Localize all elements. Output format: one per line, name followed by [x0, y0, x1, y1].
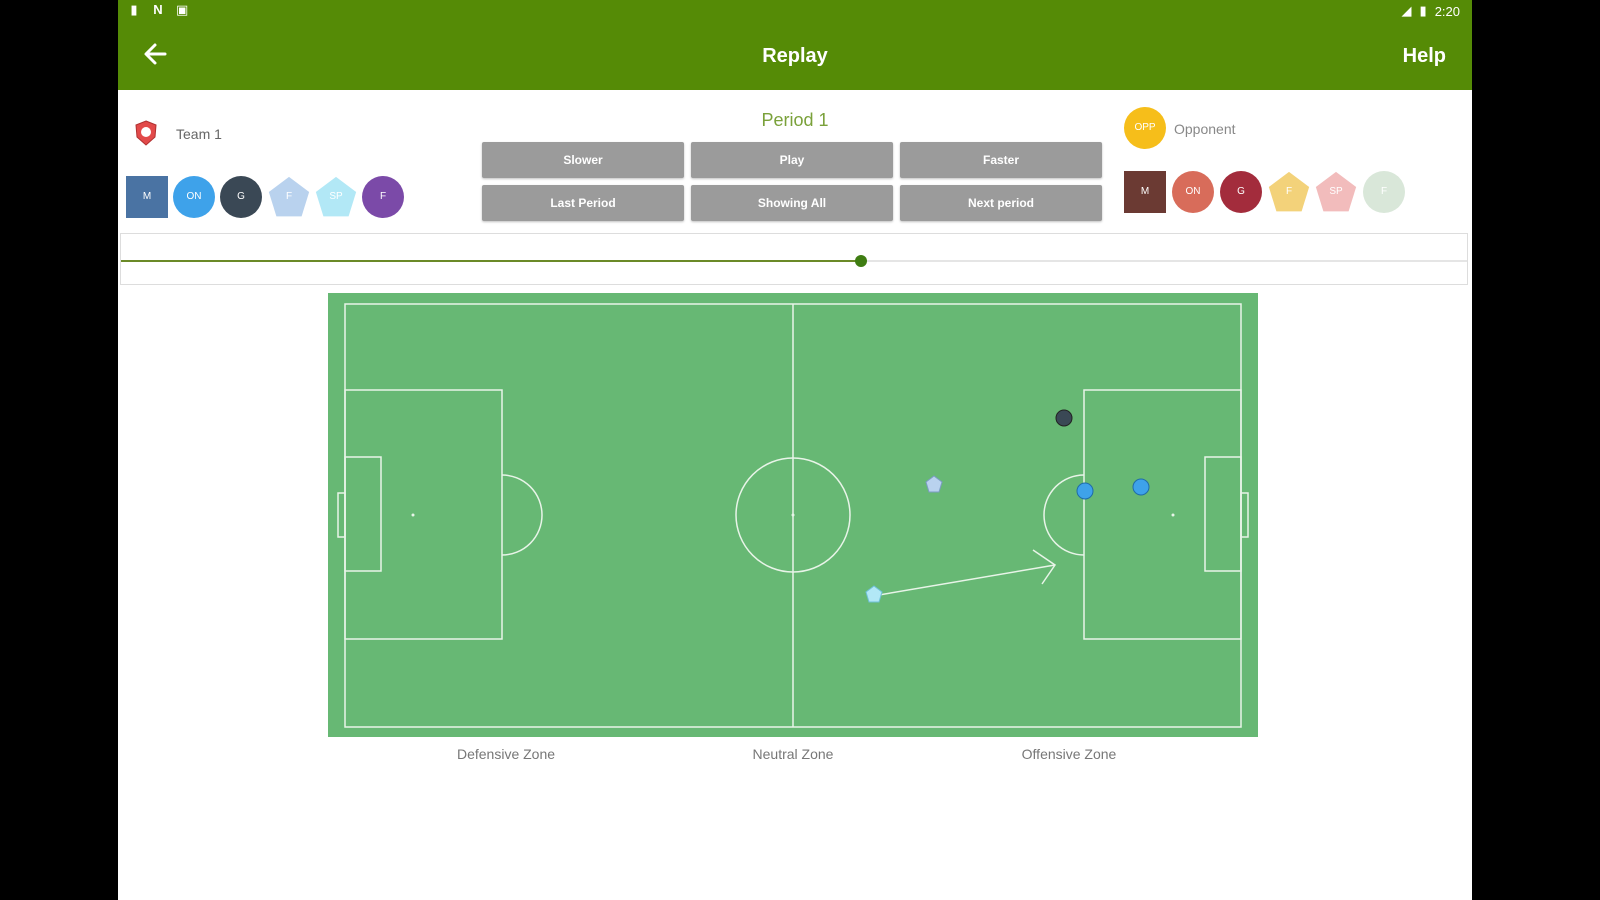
soccer-pitch[interactable]	[328, 293, 1258, 737]
app-bar: Replay Help	[118, 22, 1472, 90]
right-penalty-spot	[1171, 513, 1175, 517]
opponent-token-on[interactable]: ON	[1172, 171, 1214, 213]
opponent-token-g[interactable]: G	[1220, 171, 1262, 213]
left-penalty-arc	[501, 474, 543, 556]
next-period-button[interactable]: Next period	[900, 185, 1102, 221]
last-period-button[interactable]: Last Period	[482, 185, 684, 221]
period-label: Period 1	[761, 110, 829, 130]
page-title: Replay	[762, 45, 828, 67]
left-goal-box	[344, 456, 382, 572]
team-token-m[interactable]: M	[126, 176, 168, 218]
timeline-progress	[121, 260, 862, 262]
signal-icon: ◢	[1401, 3, 1412, 18]
team-token-g[interactable]: G	[220, 176, 262, 218]
right-goal-box	[1204, 456, 1242, 572]
left-goal	[337, 492, 346, 538]
player-f-marker	[925, 475, 943, 493]
battery-icon: ▮	[1419, 3, 1427, 18]
team-token-f-circle[interactable]: F	[362, 176, 404, 218]
player-on-marker-2	[1132, 478, 1150, 496]
app-screen: ▮ N ▣ ◢ ▮ 2:20 Replay Help Team 1 Period…	[118, 0, 1472, 900]
opponent-name: Opponent	[1174, 121, 1236, 137]
right-goal	[1240, 492, 1249, 538]
sd-card-icon: ▮	[130, 2, 138, 17]
right-penalty-box	[1083, 389, 1242, 640]
neutral-zone-label: Neutral Zone	[752, 746, 834, 762]
help-button[interactable]: Help	[1403, 22, 1446, 90]
player-sp-marker	[865, 585, 883, 603]
status-bar: ▮ N ▣ ◢ ▮ 2:20	[118, 0, 1472, 22]
opponent-logo: OPP	[1124, 107, 1166, 149]
status-icons-left: ▮ N ▣	[128, 3, 188, 17]
status-icons-right: ◢ ▮ 2:20	[1402, 3, 1460, 19]
player-on-marker-1	[1076, 482, 1094, 500]
offensive-zone-label: Offensive Zone	[1021, 746, 1117, 762]
status-time: 2:20	[1434, 3, 1460, 19]
center-spot	[791, 513, 795, 517]
back-arrow-icon[interactable]	[138, 36, 174, 72]
team-token-on[interactable]: ON	[173, 176, 215, 218]
showing-all-button[interactable]: Showing All	[691, 185, 893, 221]
opponent-token-f-circle[interactable]: F	[1363, 171, 1405, 213]
team-token-f-pentagon[interactable]: F	[268, 176, 310, 217]
left-penalty-spot	[411, 513, 415, 517]
opponent-token-f-pentagon[interactable]: F	[1268, 171, 1310, 212]
slower-button[interactable]: Slower	[482, 142, 684, 178]
notification-icon: ▣	[176, 2, 189, 17]
opponent-token-m[interactable]: M	[1124, 171, 1166, 213]
team-token-sp[interactable]: SP	[315, 176, 357, 217]
player-goalie-marker	[1055, 409, 1073, 427]
opponent-token-sp[interactable]: SP	[1315, 171, 1357, 212]
play-button[interactable]: Play	[691, 142, 893, 178]
defensive-zone-label: Defensive Zone	[456, 746, 556, 762]
pass-arrow-line	[872, 564, 1056, 597]
nfc-icon: N	[153, 2, 163, 17]
left-penalty-box	[344, 389, 503, 640]
timeline-thumb[interactable]	[855, 255, 868, 267]
faster-button[interactable]: Faster	[900, 142, 1102, 178]
replay-timeline[interactable]	[120, 233, 1468, 285]
